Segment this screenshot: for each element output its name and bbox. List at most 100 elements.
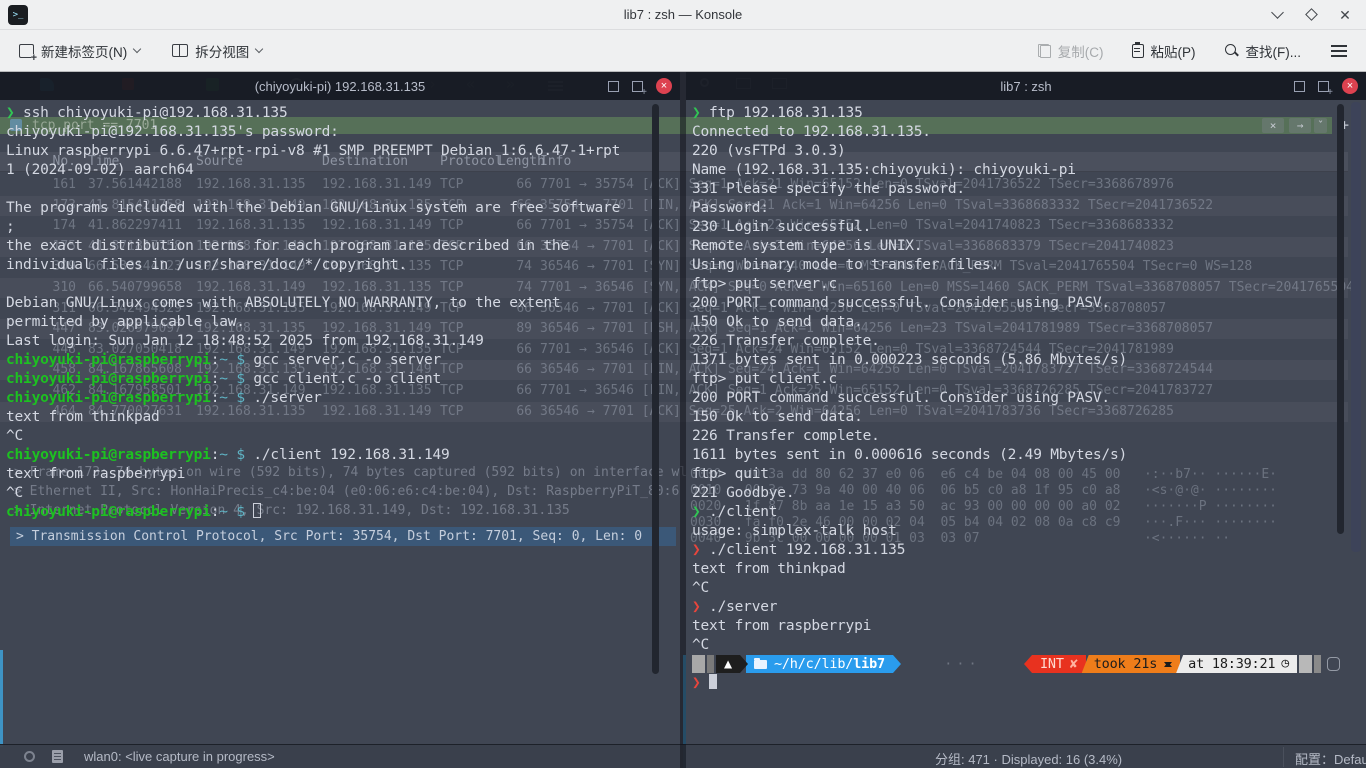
terminal-line: chiyoyuki-pi@raspberrypi:~ $ ./server (6, 389, 680, 408)
terminal-line: usage: simplex-talk host (692, 522, 1366, 541)
terminal-line: ^C (6, 484, 680, 503)
powerline-block (1314, 655, 1321, 673)
terminal-line: Remote system type is UNIX. (692, 237, 1366, 256)
clock-icon: ◷ (1281, 655, 1289, 673)
terminal-line: text from thinkpad (692, 560, 1366, 579)
copy-icon (1038, 44, 1051, 58)
chevron-down-icon (133, 45, 141, 53)
close-pane-button[interactable]: × (1342, 78, 1358, 94)
folder-icon (754, 660, 767, 669)
terminal-line: Debian GNU/Linux comes with ABSOLUTELY N… (6, 294, 680, 313)
terminal-line: 226 Transfer complete. (692, 427, 1366, 446)
terminal-line: text from thinkpad (6, 408, 680, 427)
terminal-line: 200 PORT command successful. Consider us… (692, 294, 1366, 313)
exit-status-label: INT (1040, 655, 1064, 673)
terminal-line: Using binary mode to transfer files. (692, 256, 1366, 275)
terminal-line: ftp> put client.c (692, 370, 1366, 389)
paste-label: 粘贴(P) (1151, 41, 1196, 61)
terminal-pane-left: (chiyoyuki-pi) 192.168.31.135 × ❯ ssh ch… (0, 72, 680, 768)
minimize-icon (1271, 6, 1284, 19)
scrollbar-left-pane[interactable] (652, 104, 659, 674)
directory-path: ~/h/c/lib/ (774, 655, 853, 673)
paste-icon (1132, 44, 1144, 58)
chevron-down-icon (255, 45, 263, 53)
copy-label: 复制(C) (1058, 41, 1104, 61)
scrollbar-right-pane[interactable] (1337, 104, 1344, 534)
os-indicator-segment: ▲ (716, 655, 740, 673)
maximize-button[interactable] (1302, 6, 1320, 24)
exit-status-segment: INT ✘ (1032, 655, 1086, 673)
terminal-line: 331 Please specify the password. (692, 180, 1366, 199)
new-tab-label: 新建标签页(N) (41, 41, 127, 61)
timestamp-segment: at 18:39:21 ◷ (1176, 655, 1297, 673)
terminal-line: 1611 bytes sent in 0.000616 seconds (2.4… (692, 446, 1366, 465)
find-button[interactable]: 查找(F)... (1215, 35, 1311, 67)
detach-pane-icon[interactable] (632, 81, 643, 92)
expand-pane-icon[interactable] (608, 81, 619, 92)
search-icon (1224, 43, 1239, 58)
terminal-line: 221 Goodbye. (692, 484, 1366, 503)
powerline-dots: ··· (901, 655, 1024, 673)
terminal-main-area: › « » tcp.port == 7701 × → ˇ + No.TimeSo… (0, 72, 1366, 768)
terminal-line: text from raspberrypi (692, 617, 1366, 636)
terminal-line: chiyoyuki-pi@192.168.31.135's password: (6, 123, 680, 142)
terminal-line: 1 (2024-09-02) aarch64 (6, 161, 680, 180)
new-tab-button[interactable]: 新建标签页(N) (10, 35, 149, 67)
powerline-block (707, 655, 714, 673)
terminal-screen-left[interactable]: ❯ ssh chiyoyuki-pi@192.168.31.135chiyoyu… (0, 100, 680, 768)
terminal-line: ❯ (692, 674, 1366, 693)
pane-title-right: lib7 : zsh (1000, 79, 1051, 94)
pane-header-left[interactable]: (chiyoyuki-pi) 192.168.31.135 × (0, 72, 680, 100)
hamburger-menu-icon (1331, 45, 1347, 47)
duration-label: took 21s (1094, 655, 1157, 673)
hamburger-menu-button[interactable] (1322, 45, 1356, 57)
terminal-line: chiyoyuki-pi@raspberrypi:~ $ gcc client.… (6, 370, 680, 389)
split-view-icon (172, 44, 188, 57)
terminal-line: chiyoyuki-pi@raspberrypi:~ $ gcc server.… (6, 351, 680, 370)
terminal-line: chiyoyuki-pi@raspberrypi:~ $ ./client 19… (6, 446, 680, 465)
terminal-pane-right: lib7 : zsh × ❯ ftp 192.168.31.135Connect… (686, 72, 1366, 768)
terminal-line: ^C (692, 636, 1366, 655)
terminal-line: ❯ ./client (692, 503, 1366, 522)
error-cross-icon: ✘ (1070, 655, 1078, 673)
terminal-line: ^C (692, 579, 1366, 598)
shell-prompt-statusbar: ▲ ~/h/c/lib/lib7 ··· INT ✘ took 21s at 18… (692, 655, 1340, 673)
close-button[interactable]: ✕ (1336, 6, 1354, 24)
terminal-line: ❯ ftp 192.168.31.135 (692, 104, 1366, 123)
terminal-line: Linux raspberrypi 6.6.47+rpt-rpi-v8 #1 S… (6, 142, 680, 161)
directory-current: lib7 (853, 655, 885, 673)
terminal-line: ftp> put server.c (692, 275, 1366, 294)
new-tab-icon (19, 44, 34, 58)
expand-pane-icon[interactable] (1294, 81, 1305, 92)
maximize-icon (1305, 8, 1318, 21)
paste-button[interactable]: 粘贴(P) (1123, 35, 1205, 67)
copy-button[interactable]: 复制(C) (1029, 35, 1113, 67)
terminal-line: Password: (692, 199, 1366, 218)
terminal-line: ❯ ./server (692, 598, 1366, 617)
split-view-label: 拆分视图 (195, 41, 249, 61)
terminal-line: Name (192.168.31.135:chiyoyuki): chiyoyu… (692, 161, 1366, 180)
up-arrow-icon: ▲ (724, 655, 732, 673)
terminal-line: text from raspberrypi (6, 465, 680, 484)
terminal-line: 230 Login successful. (692, 218, 1366, 237)
terminal-screen-right[interactable]: ❯ ftp 192.168.31.135Connected to 192.168… (686, 100, 1366, 768)
terminal-line: Connected to 192.168.31.135. (692, 123, 1366, 142)
find-label: 查找(F)... (1246, 41, 1302, 61)
pane-header-right[interactable]: lib7 : zsh × (686, 72, 1366, 100)
terminal-line: ❯ ssh chiyoyuki-pi@192.168.31.135 (6, 104, 680, 123)
minimize-button[interactable] (1268, 6, 1286, 24)
terminal-line: ; (6, 218, 680, 237)
powerline-block (692, 655, 705, 673)
close-pane-button[interactable]: × (656, 78, 672, 94)
window-title: lib7 : zsh — Konsole (0, 7, 1366, 22)
timestamp-label: at 18:39:21 (1188, 655, 1275, 673)
terminal-line: 1371 bytes sent in 0.000223 seconds (5.8… (692, 351, 1366, 370)
terminal-line: the exact distribution terms for each pr… (6, 237, 680, 256)
detach-pane-icon[interactable] (1318, 81, 1329, 92)
text-cursor (709, 674, 717, 689)
split-view-button[interactable]: 拆分视图 (163, 35, 271, 67)
titlebar[interactable]: >_ lib7 : zsh — Konsole ✕ (0, 0, 1366, 30)
terminal-line: ^C (6, 427, 680, 446)
text-cursor (253, 503, 261, 518)
terminal-line: 226 Transfer complete. (692, 332, 1366, 351)
